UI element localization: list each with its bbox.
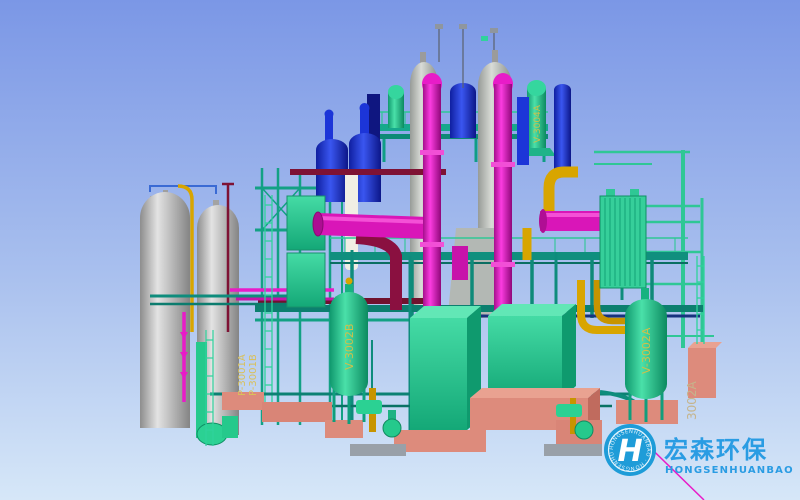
equipment-tag-v3002a: V-3002A xyxy=(640,327,653,374)
plate-heat-exchanger xyxy=(600,189,646,288)
equipment-tag-v3002b: V-3002B xyxy=(343,324,356,370)
green-tank-box-right xyxy=(488,304,576,398)
logo-en-name: HONGSENHUANBAO xyxy=(665,465,794,476)
plant-3d-view: P-3001A P-3001B V-3002B V-3002A V-3004A … xyxy=(0,0,800,500)
equipment-tag-v3004a: V-3004A xyxy=(533,104,543,143)
equipment-tag-pump-a: P-3001A xyxy=(237,354,248,396)
logo-cn-name: 宏森环保 xyxy=(664,436,768,464)
plant-3d-viewport: P-3001A P-3001B V-3002B V-3002A V-3004A … xyxy=(0,0,800,500)
equipment-tag-pump-b: P-3001B xyxy=(248,354,259,396)
equipment-tag-3002a: 3002A xyxy=(685,380,699,420)
top-green-cylinder-left xyxy=(388,85,404,128)
logo-monogram: H xyxy=(617,434,642,469)
